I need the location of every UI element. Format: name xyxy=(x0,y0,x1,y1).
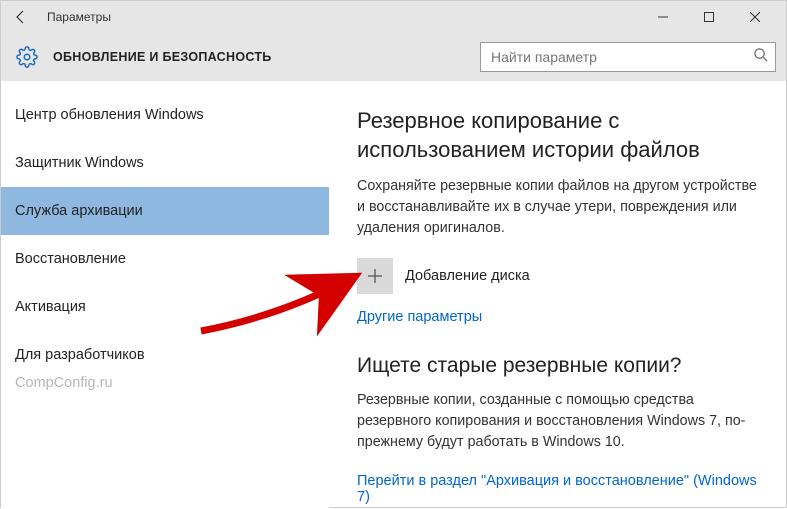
legacy-backup-link[interactable]: Перейти в раздел "Архивация и восстановл… xyxy=(357,473,766,505)
sidebar-item-label: Активация xyxy=(15,299,86,315)
minimize-button[interactable] xyxy=(640,1,686,33)
add-drive-label: Добавление диска xyxy=(405,268,530,284)
add-drive-button[interactable] xyxy=(357,258,393,294)
sidebar-item-developers[interactable]: Для разработчиков xyxy=(1,331,329,379)
body: Центр обновления Windows Защитник Window… xyxy=(1,81,786,509)
maximize-icon xyxy=(704,12,714,22)
plus-icon xyxy=(367,268,383,284)
content: Резервное копирование с использованием и… xyxy=(329,81,786,509)
search-input[interactable] xyxy=(480,42,776,72)
sidebar-item-activation[interactable]: Активация xyxy=(1,283,329,331)
section-heading: Резервное копирование с использованием и… xyxy=(357,107,766,164)
sidebar: Центр обновления Windows Защитник Window… xyxy=(1,81,329,509)
section-description-2: Резервные копии, созданные с помощью сре… xyxy=(357,390,766,452)
close-icon xyxy=(750,12,760,22)
window-title: Параметры xyxy=(47,10,640,24)
sidebar-item-label: Защитник Windows xyxy=(15,155,144,171)
maximize-button[interactable] xyxy=(686,1,732,33)
sidebar-item-recovery[interactable]: Восстановление xyxy=(1,235,329,283)
sidebar-item-label: Восстановление xyxy=(15,251,126,267)
sidebar-item-defender[interactable]: Защитник Windows xyxy=(1,139,329,187)
header: ОБНОВЛЕНИЕ И БЕЗОПАСНОСТЬ xyxy=(1,33,786,81)
section-heading-2: Ищете старые резервные копии? xyxy=(357,354,766,378)
back-button[interactable] xyxy=(9,5,33,29)
watermark: CompConfig.ru xyxy=(15,375,113,391)
header-title: ОБНОВЛЕНИЕ И БЕЗОПАСНОСТЬ xyxy=(53,50,480,64)
settings-icon xyxy=(15,45,39,69)
more-options-link[interactable]: Другие параметры xyxy=(357,309,482,325)
titlebar: Параметры xyxy=(1,1,786,33)
sidebar-item-backup[interactable]: Служба архивации xyxy=(1,187,329,235)
window-controls xyxy=(640,1,778,33)
add-drive-row: Добавление диска xyxy=(357,258,766,294)
minimize-icon xyxy=(658,12,668,22)
section-description: Сохраняйте резервные копии файлов на дру… xyxy=(357,176,766,238)
sidebar-item-label: Для разработчиков xyxy=(15,347,145,363)
sidebar-item-label: Центр обновления Windows xyxy=(15,107,204,123)
close-button[interactable] xyxy=(732,1,778,33)
search-wrap xyxy=(480,42,776,72)
sidebar-item-windows-update[interactable]: Центр обновления Windows xyxy=(1,91,329,139)
sidebar-item-label: Служба архивации xyxy=(15,203,143,219)
arrow-left-icon xyxy=(13,9,29,25)
